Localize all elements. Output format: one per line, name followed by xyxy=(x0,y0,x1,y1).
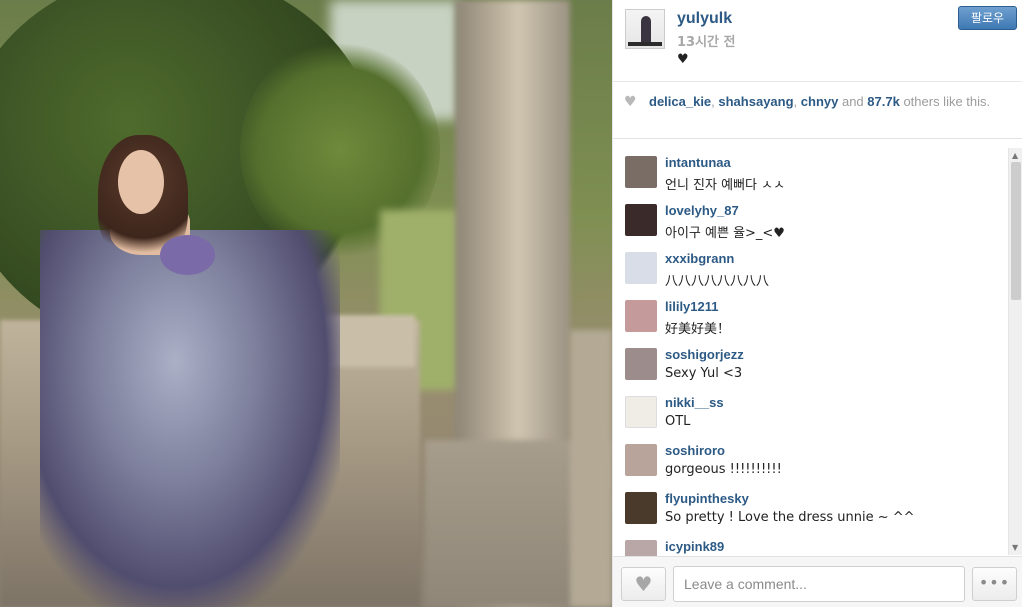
post-photo[interactable] xyxy=(0,0,612,607)
comments-list: intantunaa 언니 진자 예뻐다 ㅅㅅ lovelyhy_87 아이구 … xyxy=(613,140,1022,556)
comment-text: gorgeous !!!!!!!!!! xyxy=(665,462,782,477)
comment-item: intantunaa 언니 진자 예뻐다 ㅅㅅ xyxy=(613,146,1008,194)
more-options-button[interactable]: ••• xyxy=(972,567,1017,601)
commenter-username[interactable]: icypink89 xyxy=(665,539,724,554)
commenter-username[interactable]: nikki__ss xyxy=(665,395,724,410)
commenter-avatar[interactable] xyxy=(625,348,657,380)
post-side-panel: yulyulk 13시간 전 ♥ 팔로우 ♥ delica_kie, shahs… xyxy=(612,0,1022,607)
likes-separator: , xyxy=(793,94,801,109)
liker-link[interactable]: delica_kie xyxy=(649,94,711,109)
photo-face xyxy=(118,150,164,214)
commenter-avatar[interactable] xyxy=(625,396,657,428)
commenter-username[interactable]: intantunaa xyxy=(665,155,731,170)
liker-link[interactable]: shahsayang xyxy=(718,94,793,109)
heart-icon: ♥ xyxy=(634,572,653,596)
likes-others: others like this. xyxy=(899,94,991,109)
photo-wall xyxy=(570,330,612,607)
post-caption: ♥ xyxy=(677,52,689,67)
comment-item: soshiroro gorgeous !!!!!!!!!! xyxy=(613,434,1008,482)
like-button[interactable]: ♥ xyxy=(621,567,666,601)
commenter-username[interactable]: flyupinthesky xyxy=(665,491,749,506)
comment-item: lovelyhy_87 아이구 예쁜 율>_<♥ xyxy=(613,194,1008,242)
comment-text: 八八八八八八八八 xyxy=(665,274,770,289)
comment-text: OTL xyxy=(665,414,691,429)
comment-item: xxxibgrann 八八八八八八八八 xyxy=(613,242,1008,290)
comment-item: flyupinthesky So pretty ! Love the dress… xyxy=(613,482,1008,530)
comment-item: soshigorjezz Sexy Yul <3 xyxy=(613,338,1008,386)
commenter-avatar[interactable] xyxy=(625,252,657,284)
photo-flower xyxy=(160,235,215,275)
comments-scrollbar[interactable]: ▲ ▼ xyxy=(1008,148,1022,555)
commenter-username[interactable]: lovelyhy_87 xyxy=(665,203,739,218)
commenter-avatar[interactable] xyxy=(625,492,657,524)
comment-text: Sexy Yul <3 xyxy=(665,366,743,381)
follow-button[interactable]: 팔로우 xyxy=(958,6,1017,30)
liker-link[interactable]: chnyy xyxy=(801,94,839,109)
comment-text: 언니 진자 예뻐다 ㅅㅅ xyxy=(665,178,786,193)
comment-text: So pretty ! Love the dress unnie ~ ^^ xyxy=(665,510,915,525)
commenter-avatar[interactable] xyxy=(625,300,657,332)
commenter-avatar[interactable] xyxy=(625,156,657,188)
ellipsis-icon: ••• xyxy=(978,573,1011,592)
commenter-username[interactable]: xxxibgrann xyxy=(665,251,734,266)
comment-footer: ♥ ••• xyxy=(613,556,1022,607)
likes-count[interactable]: 87.7k xyxy=(867,94,900,109)
commenter-username[interactable]: soshiroro xyxy=(665,443,725,458)
scrollbar-thumb[interactable] xyxy=(1011,162,1021,300)
commenter-username[interactable]: lilily1211 xyxy=(665,299,719,314)
commenter-avatar[interactable] xyxy=(625,204,657,236)
owner-avatar[interactable] xyxy=(625,9,665,49)
comment-text: 아이구 예쁜 율>_<♥ xyxy=(665,226,785,241)
post-timestamp: 13시간 전 xyxy=(677,35,736,50)
comment-item: nikki__ss OTL xyxy=(613,386,1008,434)
commenter-avatar[interactable] xyxy=(625,444,657,476)
heart-icon: ♥ xyxy=(624,94,637,110)
owner-username[interactable]: yulyulk xyxy=(677,10,732,28)
likes-summary: ♥ delica_kie, shahsayang, chnyy and 87.7… xyxy=(613,83,1022,139)
commenter-avatar[interactable] xyxy=(625,540,657,556)
scroll-down-icon[interactable]: ▼ xyxy=(1012,543,1018,552)
photo-dress xyxy=(40,230,340,607)
comment-text: 好美好美！ xyxy=(665,322,731,337)
commenter-username[interactable]: soshigorjezz xyxy=(665,347,744,362)
likes-text: delica_kie, shahsayang, chnyy and 87.7k … xyxy=(649,94,999,110)
likes-and: and xyxy=(838,94,868,109)
comment-input[interactable] xyxy=(673,566,965,602)
comment-item: lilily1211 好美好美！ xyxy=(613,290,1008,338)
comment-item: icypink89 xyxy=(613,530,1008,556)
post-header: yulyulk 13시간 전 ♥ 팔로우 xyxy=(613,0,1022,82)
avatar-strip xyxy=(628,42,662,46)
scroll-up-icon[interactable]: ▲ xyxy=(1012,151,1018,160)
